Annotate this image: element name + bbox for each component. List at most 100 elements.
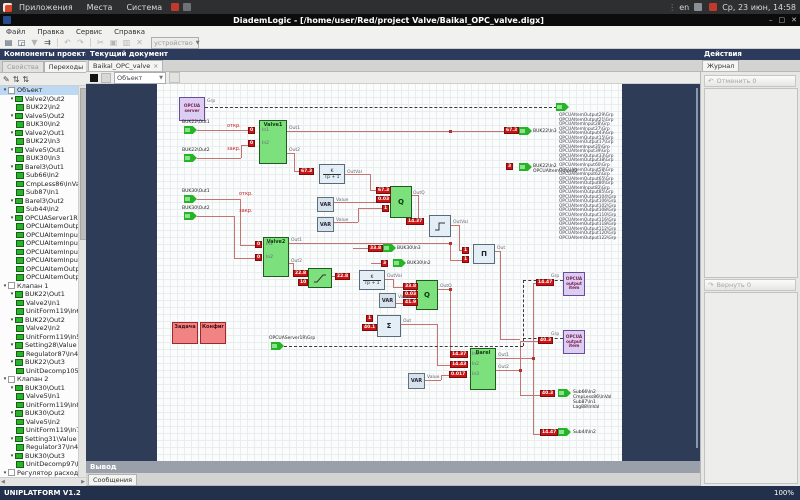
tree-item[interactable]: ▾Valve5\Out1 <box>0 146 78 155</box>
block-σ[interactable]: Σ <box>377 315 401 337</box>
undo-history-list[interactable] <box>704 88 798 278</box>
open-file-icon[interactable]: ◲ <box>16 38 27 48</box>
tree-item[interactable]: OPCUAItemOutput21 <box>0 222 78 231</box>
connector-arrow-icon[interactable] <box>558 389 571 397</box>
tab-baikal-opc-valve[interactable]: Baikal_OPC_valve × <box>88 60 163 71</box>
block-q[interactable]: Q <box>390 186 412 218</box>
block-var[interactable]: VAR <box>379 293 396 308</box>
tree-item[interactable]: ▾BUK22\Out3 <box>0 358 78 367</box>
tree-item[interactable]: OPCUAItemOutput104 <box>0 273 78 282</box>
clock[interactable]: Ср, 23 июн, 14:58 <box>722 3 796 12</box>
undo-icon[interactable]: ↶ <box>62 38 73 48</box>
menu-1[interactable]: Правка <box>31 28 70 36</box>
tree-item[interactable]: BUK22\In3 <box>0 137 78 146</box>
diagram-canvas[interactable]: OPCUA serverValve1KTp + 1VARVARValve2KTp… <box>86 84 694 461</box>
tree-item[interactable]: ▾Setting28\Value <box>0 341 78 350</box>
diagram-page[interactable]: OPCUA serverValve1KTp + 1VARVARValve2KTp… <box>157 84 622 461</box>
object-combo[interactable]: Объект ▼ <box>114 72 166 84</box>
tray-alert-icon[interactable] <box>709 3 717 11</box>
block-π[interactable]: Π <box>473 244 495 264</box>
block-relay[interactable] <box>429 215 451 237</box>
tree-item[interactable]: UnitForm119\In5 <box>0 333 78 342</box>
maximize-button[interactable]: □ <box>776 16 789 24</box>
tree-item[interactable]: Regulator37\In4 <box>0 443 78 452</box>
block-transfer-fn[interactable]: KTp + 1 <box>319 164 345 184</box>
tree-item[interactable]: ▾BUK30\Out3 <box>0 452 78 461</box>
tree-item[interactable]: ▾Setting31\Value <box>0 435 78 444</box>
tree-item[interactable]: ▾Объект <box>0 86 78 95</box>
menu-2[interactable]: Сервис <box>70 28 108 36</box>
tree-item[interactable]: ▾BUK30\Out2 <box>0 409 78 418</box>
applications-menu-icon[interactable] <box>3 3 12 12</box>
tree-item[interactable]: ▾Регулятор расхода <box>0 469 78 478</box>
tab-Переходы[interactable]: Переходы <box>44 61 88 72</box>
tree-item[interactable]: UnitDecomp97\In4 <box>0 460 78 469</box>
connector-arrow-icon[interactable] <box>393 259 406 267</box>
new-file-icon[interactable]: ▤ <box>3 38 14 48</box>
desktop-menu-2[interactable]: Система <box>119 3 169 12</box>
desktop-menu-0[interactable]: Приложения <box>12 3 80 12</box>
menu-0[interactable]: Файл <box>0 28 31 36</box>
checkbox-icon[interactable] <box>8 282 15 289</box>
minimize-button[interactable]: – <box>766 16 776 24</box>
tree-item[interactable]: ▾Клапан 1 <box>0 282 78 291</box>
tree-item[interactable]: BUK30\In3 <box>0 154 78 163</box>
deploy-icon[interactable]: ⇉ <box>42 38 53 48</box>
tree-item[interactable]: UnitForm119\In8 <box>0 401 78 410</box>
desktop-menu-1[interactable]: Места <box>80 3 120 12</box>
tree-item[interactable]: OPCUAItemInput60 <box>0 248 78 257</box>
save-icon[interactable]: ▼ <box>29 38 40 48</box>
tree-item[interactable]: ▾Клапан 2 <box>0 375 78 384</box>
block-limiter[interactable] <box>308 268 332 288</box>
window-titlebar[interactable]: DiademLogic - [/home/user/Red/project Va… <box>0 14 800 26</box>
tree-item[interactable]: OPCUAItemOutput85 <box>0 265 78 274</box>
connector-arrow-icon[interactable] <box>558 428 571 436</box>
tree-item[interactable]: ▾OPCUAServer1R\Grp <box>0 214 78 223</box>
tree-item[interactable]: Sub44\In2 <box>0 205 78 214</box>
connector-arrow-icon[interactable] <box>519 163 532 171</box>
tab-Свойства[interactable]: Свойства <box>2 61 44 72</box>
undo-button[interactable]: ↶ Отменить 0 <box>704 75 796 87</box>
copy-icon[interactable]: ▣ <box>108 38 119 48</box>
connector-arrow-icon[interactable] <box>184 154 197 162</box>
redo-button[interactable]: ↷ Вернуть 0 <box>704 279 796 291</box>
canvas-scroll-thumb[interactable] <box>696 88 698 448</box>
checkbox-icon[interactable] <box>8 376 15 383</box>
tab-close-icon[interactable]: × <box>153 63 158 70</box>
delete-icon[interactable]: ✕ <box>134 38 145 48</box>
grid-icon[interactable] <box>101 73 111 83</box>
cut-icon[interactable]: ✂ <box>95 38 106 48</box>
tree-item[interactable]: Sub87\In1 <box>0 188 78 197</box>
tree-horizontal-scrollbar[interactable]: ◀▶ <box>0 477 86 486</box>
tree-item[interactable]: UnitForm119\In7 <box>0 426 78 435</box>
tree-item[interactable]: ▾Barel3\Out1 <box>0 163 78 172</box>
connector-arrow-icon[interactable] <box>184 195 197 203</box>
stop-icon[interactable] <box>90 74 98 82</box>
connector-arrow-icon[interactable] <box>383 244 396 252</box>
tree-item[interactable]: ▾BUK22\Out1 <box>0 290 78 299</box>
redo-history-list[interactable] <box>704 292 798 484</box>
tree-item[interactable]: Regulator87\In4 <box>0 350 78 359</box>
paste-icon[interactable]: ▥ <box>121 38 132 48</box>
sort-desc-icon[interactable]: ⇅ <box>22 75 29 84</box>
connector-arrow-icon[interactable] <box>519 127 532 135</box>
tray-icon[interactable] <box>694 3 702 11</box>
tree-item[interactable]: OPCUAItemInput35 <box>0 239 78 248</box>
tree-item[interactable]: ▾Valve5\Out2 <box>0 112 78 121</box>
block-var[interactable]: VAR <box>408 373 425 389</box>
block-opcua-output-item[interactable]: OPCUA output item <box>563 272 585 296</box>
block-q[interactable]: Q <box>416 280 438 310</box>
checkbox-icon[interactable] <box>8 469 15 476</box>
tree-item[interactable]: Sub66\In2 <box>0 171 78 180</box>
block-задача[interactable]: Задача <box>172 322 198 344</box>
connector-arrow-icon[interactable] <box>184 126 197 134</box>
connector-arrow-icon[interactable] <box>271 342 284 350</box>
tree-item[interactable]: ▾BUK22\Out2 <box>0 316 78 325</box>
tab-journal[interactable]: Журнал <box>702 60 739 71</box>
tree-item[interactable]: Valve5\In1 <box>0 392 78 401</box>
launcher-icon-1[interactable] <box>171 3 179 11</box>
tree-item[interactable]: Valve5\In2 <box>0 418 78 427</box>
connector-arrow-icon[interactable] <box>556 103 569 111</box>
tree-item[interactable]: ▾Valve2\Out2 <box>0 95 78 104</box>
tab-messages[interactable]: Сообщения <box>88 474 137 485</box>
